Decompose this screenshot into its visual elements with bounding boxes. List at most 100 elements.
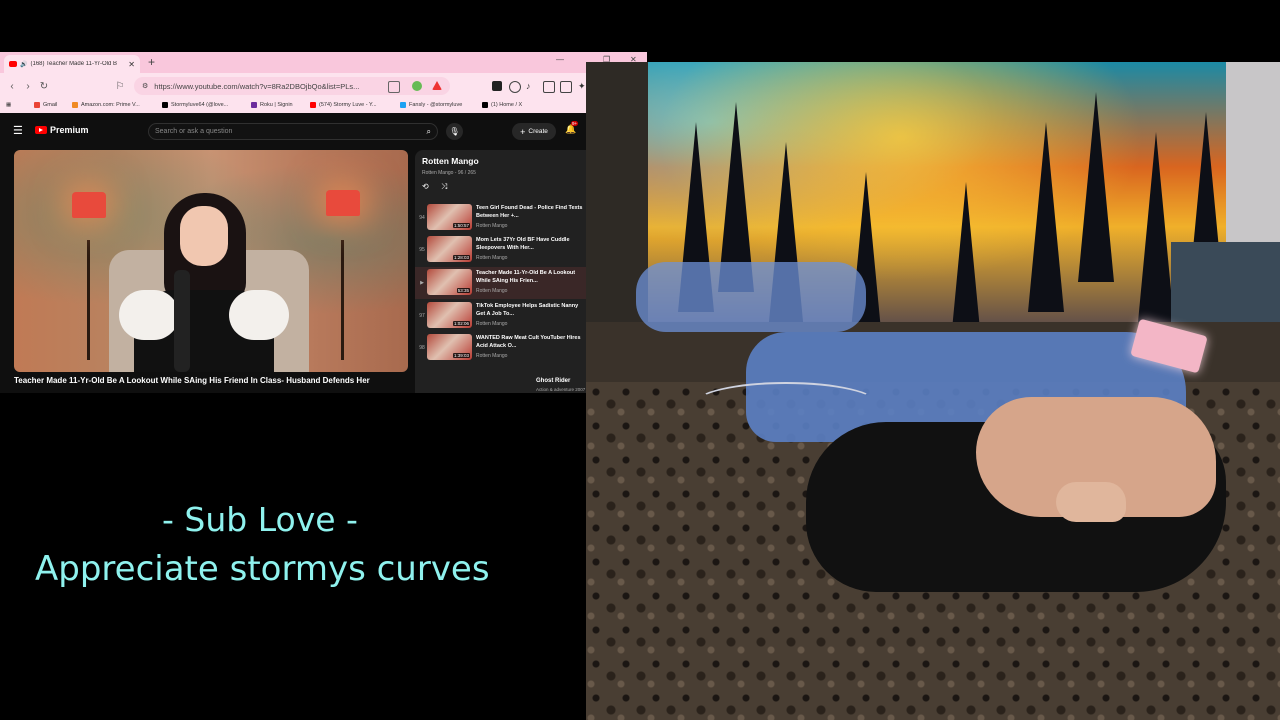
lamp-left [72, 192, 106, 218]
duration-badge: 1:28:03 [452, 255, 470, 260]
youtube-icon [310, 102, 316, 108]
playlist-item-title: Mom Lets 37Yr Old BF Have Cuddle Sleepov… [476, 237, 570, 251]
host-face [180, 206, 228, 266]
playlist-item-channel: Rotten Mango [476, 223, 508, 229]
playlist-item[interactable]: 95 1:28:03 Mom Lets 37Yr Old BF Have Cud… [415, 234, 595, 266]
url-text: https://www.youtube.com/watch?v=8Ra2DBOj… [154, 81, 360, 91]
browser-window: 🔊 (168) Teacher Made 11-Yr-Old B ✕ + — ❐… [0, 52, 647, 393]
youtube-icon [9, 61, 17, 67]
shield-icon[interactable] [412, 81, 422, 91]
reload-icon[interactable]: ↻ [36, 81, 52, 92]
next-up-title[interactable]: Ghost Rider [536, 378, 570, 384]
playlist-item[interactable]: 98 1:39:03 WANTED Raw Meat Cult YouTuber… [415, 332, 595, 364]
playlist-item[interactable]: 97 1:02:06 TikTok Employee Helps Sadisti… [415, 300, 595, 332]
duration-badge: 1:50:57 [452, 223, 470, 228]
youtube-header: ☰ Premium Search or ask a question ⌕ 🎙 +… [0, 113, 627, 147]
extension-icon-2[interactable] [509, 81, 521, 93]
audio-icon[interactable]: 🔊 [20, 61, 27, 68]
new-tab-button[interactable]: + [148, 55, 155, 69]
tree-silhouette [1138, 132, 1174, 322]
playlist-item-title: Teacher Made 11-Yr-Old Be A Lookout Whil… [476, 270, 576, 284]
bookmark-icon[interactable]: ⚐ [112, 81, 128, 92]
lamp-right [326, 190, 360, 216]
playlist-item[interactable]: 94 1:50:57 Teen Girl Found Dead - Police… [415, 202, 595, 234]
playlist-thumbnail: 53:35 [427, 269, 472, 295]
playlist-subtitle: Rotten Mango - 96 / 265 [422, 170, 476, 176]
playlist-item-title: WANTED Raw Meat Cult YouTuber Hires Acid… [476, 335, 581, 349]
extension-icon-1[interactable] [492, 81, 502, 91]
amazon-icon [72, 102, 78, 108]
fansly-icon [400, 102, 406, 108]
sidebar-icon[interactable] [543, 81, 555, 93]
dress-ruffle-right [229, 290, 289, 340]
duration-badge: 53:35 [456, 288, 470, 293]
search-input[interactable]: Search or ask a question ⌕ [148, 123, 438, 140]
warning-icon[interactable] [432, 81, 442, 90]
video-title: Teacher Made 11-Yr-Old Be A Lookout Whil… [14, 376, 370, 385]
lamp-stand-left [87, 240, 90, 360]
close-tab-icon[interactable]: ✕ [128, 60, 135, 69]
hamburger-menu-icon[interactable]: ☰ [13, 124, 23, 137]
tab-title: (168) Teacher Made 11-Yr-Old B [30, 61, 117, 67]
playlist-thumbnail: 1:39:03 [427, 334, 472, 360]
minimize-icon[interactable]: — [556, 55, 564, 64]
create-button[interactable]: + Create [512, 123, 556, 140]
back-icon[interactable]: ‹ [4, 81, 20, 92]
playlist-item-title: Teen Girl Found Dead - Police Find Texts… [476, 205, 583, 219]
search-icon[interactable]: ⌕ [427, 127, 431, 137]
wallet-icon[interactable] [560, 81, 572, 93]
bookmark-fansly[interactable]: Fansly - @stormyluve [400, 102, 462, 108]
playlist-item-channel: Rotten Mango [476, 321, 508, 327]
overlay-line-2: Appreciate stormys curves [35, 549, 490, 589]
bookmark-x-profile[interactable]: Stormyluve64 (@love... [162, 102, 228, 108]
playlist-panel: Rotten Mango Rotten Mango - 96 / 265 ✕ ⟲… [415, 150, 603, 393]
playlist-item-channel: Rotten Mango [476, 255, 508, 261]
browser-tab[interactable]: 🔊 (168) Teacher Made 11-Yr-Old B ✕ [4, 55, 140, 73]
overlay-line-1: - Sub Love - [162, 500, 358, 539]
video-player[interactable] [14, 150, 408, 372]
bookmark-roku[interactable]: Roku | Signin [251, 102, 293, 108]
microphone-icon[interactable]: 🎙 [446, 123, 463, 140]
bookmark-gmail[interactable]: Gmail [34, 102, 57, 108]
address-bar[interactable]: ⚙ https://www.youtube.com/watch?v=8Ra2DB… [134, 77, 450, 95]
notification-badge: 9+ [571, 121, 579, 126]
playlist-item-current[interactable]: ▶ 53:35 Teacher Made 11-Yr-Old Be A Look… [415, 267, 595, 299]
music-icon[interactable]: ♪ [526, 81, 536, 91]
playlist-thumbnail: 1:02:06 [427, 302, 472, 328]
charging-cable [694, 382, 878, 426]
webcam-feed [586, 62, 1280, 720]
navigation-bar: ‹ › ↻ ⚐ ⚙ https://www.youtube.com/watch?… [0, 73, 647, 99]
site-info-icon[interactable]: ⚙ [142, 82, 148, 90]
bookmarks-bar: ▦ Gmail Amazon.com: Prime V... Stormyluv… [0, 99, 647, 113]
bookmark-x-home[interactable]: (1) Home / X [482, 102, 522, 108]
tree-silhouette [1078, 92, 1114, 282]
gmail-icon [34, 102, 40, 108]
foot [1056, 482, 1126, 522]
notifications-bell-icon[interactable]: 🔔 9+ [565, 121, 579, 135]
playlist-thumbnail: 1:50:57 [427, 204, 472, 230]
bookmark-youtube-channel[interactable]: (574) Stormy Luve - Y... [310, 102, 377, 108]
plus-icon: + [520, 126, 526, 137]
create-label: Create [528, 128, 548, 135]
forward-icon[interactable]: › [20, 81, 36, 92]
brand-label: Premium [50, 125, 89, 135]
playlist-item-title: TikTok Employee Helps Sadistic Nanny Get… [476, 303, 579, 317]
roku-icon [251, 102, 257, 108]
playlist-item-channel: Rotten Mango [476, 288, 508, 294]
next-up-subtitle: Action & adventure 2007 [536, 387, 586, 392]
x-icon [482, 102, 488, 108]
x-icon [162, 102, 168, 108]
loop-icon[interactable]: ⟲ [422, 182, 429, 191]
shuffle-icon[interactable]: ⤨ [441, 182, 447, 192]
playlist-title[interactable]: Rotten Mango [422, 156, 479, 166]
screen-icon[interactable] [388, 81, 400, 93]
duration-badge: 1:39:03 [452, 353, 470, 358]
playlist-item-index: 94 [419, 215, 425, 221]
youtube-logo[interactable]: Premium [35, 125, 89, 135]
apps-icon[interactable]: ▦ [6, 102, 11, 108]
duration-badge: 1:02:06 [452, 321, 470, 326]
search-placeholder: Search or ask a question [155, 128, 233, 135]
dress-ruffle-left [119, 290, 179, 340]
bookmark-amazon[interactable]: Amazon.com: Prime V... [72, 102, 140, 108]
youtube-play-icon [35, 126, 47, 134]
